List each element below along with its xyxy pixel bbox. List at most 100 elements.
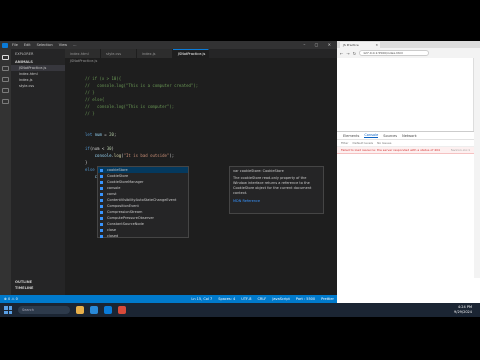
detail-description: The cookieStore read-only property of th… [233,176,312,195]
code-line[interactable] [65,139,337,145]
search-icon[interactable] [2,66,9,71]
code-token: let [85,132,95,137]
chrome-icon[interactable] [118,306,126,314]
menu-selection[interactable]: Selection [37,43,53,47]
code-token: // else{ [85,97,105,102]
file-style-css[interactable]: style.css [11,83,65,89]
status-bar: ⊗ 0 ⚠ 0 Ln 15, Col 7 Spaces: 4 UTF-8 CRL… [0,295,337,303]
code-line[interactable] [65,118,337,124]
status-encoding[interactable]: UTF-8 [241,297,251,301]
code-token: "It is bad outside" [123,153,170,158]
suggestion-label: cookieStore [107,168,128,172]
tab-index-html[interactable]: index.html [65,49,101,58]
menu-more[interactable]: ... [73,43,76,47]
explorer-icon[interactable] [2,55,9,60]
suggestion-detail: var cookieStore: CookieStore The cookieS… [229,166,324,214]
suggestion-item[interactable]: closed [98,233,188,239]
code-text: // console.log("This is computer"); [85,104,174,110]
code-line[interactable]: // else{ [65,97,337,103]
code-line[interactable]: // console.log("This is a computer creat… [65,83,337,89]
mdn-reference-link[interactable]: MDN Reference [233,199,320,203]
console-error-row: Failed to load resource: the server resp… [337,147,474,154]
devtools-panel: Elements Console Sources Network Filter … [337,131,474,302]
console-filter-input[interactable]: Filter [341,141,348,145]
window-controls[interactable]: – ▢ ✕ [303,42,335,47]
windows-start-icon[interactable] [4,306,12,314]
menu-file[interactable]: File [12,43,18,47]
clock-date: 9/29/2024 [454,310,472,314]
status-position[interactable]: Ln 15, Col 7 [191,297,212,301]
code-line[interactable]: console.log("It is bad outside"); [65,153,337,159]
status-language[interactable]: JavaScript [272,297,290,301]
reload-icon[interactable]: ↻ [353,51,356,56]
status-live-server[interactable]: Port : 5500 [296,297,315,301]
code-line[interactable]: // } [65,90,337,96]
vscode-logo-icon [2,42,8,48]
autocomplete-suggestions: cookieStore CookieStore CookieStoreManager… [97,166,189,238]
taskbar-search[interactable]: Search [18,306,70,314]
code-token: num [94,132,102,137]
code-line[interactable] [65,125,337,131]
devtools-tab-elements[interactable]: Elements [343,134,359,138]
tab-style-css[interactable]: style.css [101,49,137,58]
code-line[interactable]: if(num < 30) [65,146,337,152]
back-icon[interactable]: ← [340,51,343,56]
code-token: } [85,160,88,165]
devtools-tab-sources[interactable]: Sources [383,134,397,138]
code-token: console [94,153,112,158]
run-debug-icon[interactable] [2,88,9,93]
code-line[interactable]: // } [65,111,337,117]
code-line[interactable]: // console.log("This is computer"); [65,104,337,110]
status-prettier[interactable]: Prettier [321,297,334,301]
status-indent[interactable]: Spaces: 4 [218,297,235,301]
code-token: ) [111,146,114,151]
devtools-tabs: Elements Console Sources Network [337,132,474,140]
timeline-section[interactable]: TIMELINE [11,285,65,291]
menu-view[interactable]: View [59,43,67,47]
suggestion-label: ContentVisibilityAutoStateChangeEvent [107,198,177,202]
windows-taskbar: Search 4:24 PM 9/29/2024 [0,303,480,317]
suggestion-label: CompressionStream [107,210,143,214]
taskbar-clock[interactable]: 4:24 PM 9/29/2024 [454,305,472,315]
menu-edit[interactable]: Edit [24,43,31,47]
breadcrumb[interactable]: JSNotPractice.js [70,59,97,63]
status-eol[interactable]: CRLF [257,297,266,301]
symbol-icon [100,192,103,196]
close-tab-icon[interactable]: ✕ [375,43,378,47]
symbol-icon [100,222,103,226]
code-line[interactable]: // if (x > 10){ [65,76,337,82]
detail-title: var cookieStore: CookieStore [233,169,284,173]
suggestion-label: closed [107,234,119,238]
symbol-icon [100,186,103,190]
source-control-icon[interactable] [2,77,9,82]
file-explorer-icon[interactable] [76,306,84,314]
console-levels[interactable]: Default levels [352,141,373,145]
suggestion-label: console [107,186,121,190]
code-text: // } [85,111,95,117]
devtools-tab-network[interactable]: Network [402,134,417,138]
console-issues[interactable]: No Issues [377,141,391,145]
vscode-taskbar-icon[interactable] [104,306,112,314]
code-token: // console.log("This is computer"); [85,104,175,109]
error-message: Failed to load resource: the server resp… [341,148,440,152]
address-bar[interactable]: 127.0.0.1:5500/index.html [359,50,430,56]
problems-indicator[interactable]: ⊗ 0 ⚠ 0 [0,297,18,301]
symbol-icon [100,180,103,184]
error-source-link[interactable]: favicon.ico:1 [451,148,470,152]
tab-index-js[interactable]: index.js [137,49,173,58]
code-text: // if (x > 10){ [85,76,121,82]
code-text: } [85,160,87,166]
code-token: // } [85,111,95,116]
suggestion-label: CookieStore [107,174,129,178]
extensions-icon[interactable] [2,99,9,104]
explorer-sidebar: EXPLORER ANIMALS JSNotPractice.js index.… [11,49,65,295]
devtools-tab-console[interactable]: Console [364,133,379,138]
code-line[interactable]: let num = 20; [65,132,337,138]
browser-tab[interactable]: JS Practice ✕ [340,42,380,48]
forward-icon[interactable]: → [346,51,349,56]
edge-icon[interactable] [90,306,98,314]
code-token: (num < [89,146,107,151]
tab-jsnotpractice[interactable]: JSNotPractice.js [173,49,209,58]
